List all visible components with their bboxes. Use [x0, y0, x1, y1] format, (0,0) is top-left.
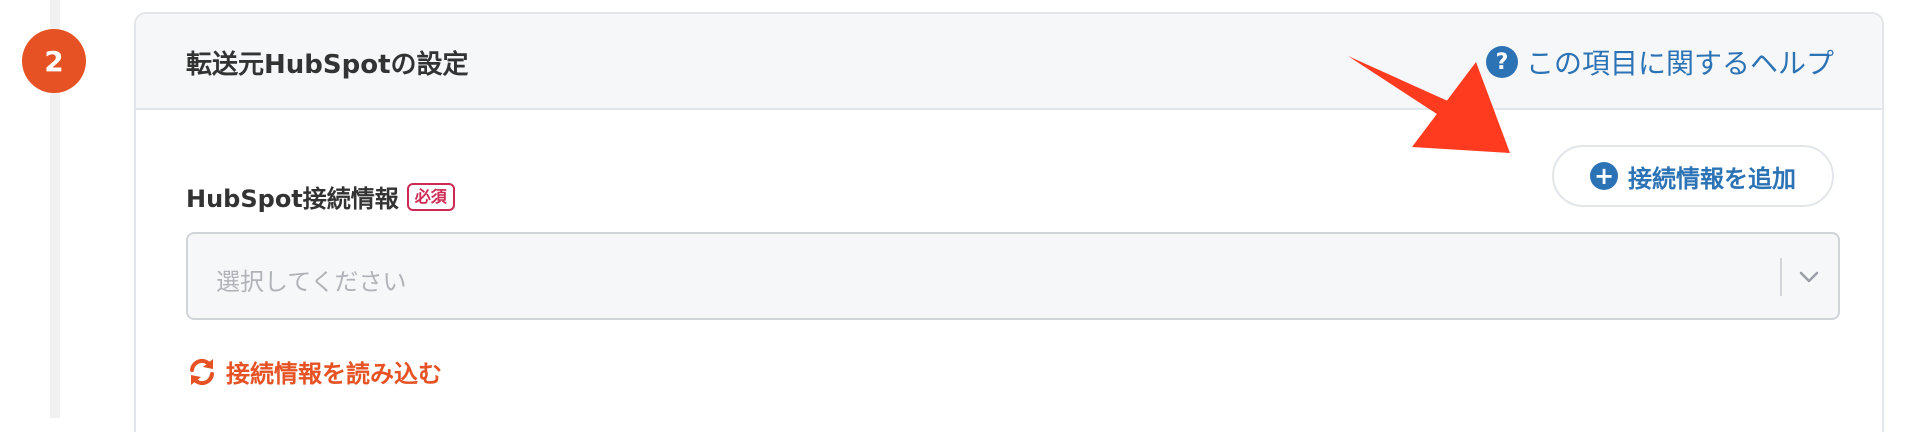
- field-label-text: HubSpot接続情報: [186, 185, 399, 213]
- required-badge: 必須: [406, 182, 455, 211]
- question-circle-icon: ?: [1485, 46, 1518, 78]
- panel-header: 転送元HubSpotの設定 ? この項目に関するヘルプ: [136, 14, 1882, 110]
- panel-title: 転送元HubSpotの設定: [186, 50, 469, 80]
- help-link[interactable]: ? この項目に関するヘルプ: [1485, 42, 1834, 82]
- step-number-badge: 2: [22, 29, 86, 93]
- connection-select[interactable]: 選択してください: [186, 232, 1840, 320]
- reload-connections-link[interactable]: 接続情報を読み込む: [186, 354, 442, 389]
- hubspot-connection-label: HubSpot接続情報 必須: [186, 179, 455, 214]
- add-connection-button[interactable]: + 接続情報を追加: [1552, 145, 1834, 207]
- plus-circle-icon: +: [1590, 162, 1618, 190]
- chevron-down-icon[interactable]: [1794, 262, 1824, 292]
- add-connection-label: 接続情報を追加: [1628, 164, 1796, 193]
- select-placeholder: 選択してください: [216, 268, 407, 296]
- refresh-icon: [190, 358, 214, 385]
- help-link-label: この項目に関するヘルプ: [1525, 47, 1834, 80]
- step-number: 2: [44, 44, 64, 78]
- select-divider: [1780, 258, 1782, 296]
- source-settings-panel: 転送元HubSpotの設定 ? この項目に関するヘルプ HubSpot接続情報 …: [134, 12, 1884, 432]
- reload-link-label: 接続情報を読み込む: [226, 360, 442, 388]
